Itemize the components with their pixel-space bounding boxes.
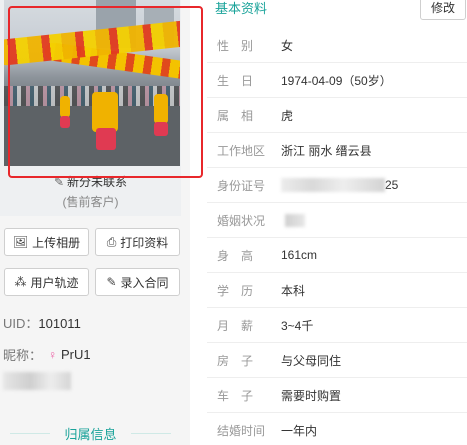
info-row-height: 身 高 161cm [207, 238, 467, 273]
section-title: 基本资料 [215, 1, 268, 16]
info-row-zodiac: 属 相 虎 [207, 98, 467, 133]
info-row-id-number: 身份证号 25 [207, 168, 467, 203]
redacted-field [3, 372, 71, 390]
user-track-label: 用户轨迹 [30, 275, 79, 290]
info-row-salary: 月 薪 3~4千 [207, 308, 467, 343]
edit-button[interactable]: 修改 [420, 0, 466, 20]
info-row-gender: 性 别 女 [207, 28, 467, 63]
highlight-frame [8, 6, 203, 178]
basic-info-panel: 基本资料 修改 性 别 女 生 日 1974-04-09（50岁） 属 相 虎 … [207, 0, 467, 445]
nickname-field: 昵称： ♀ PrU1 [3, 345, 91, 364]
upload-album-button[interactable]: 🖼 上传相册 [4, 228, 89, 256]
info-value [281, 213, 305, 228]
redacted-id [281, 178, 385, 193]
info-row-car: 车 子 需要时购置 [207, 378, 467, 413]
info-label: 学 历 [217, 283, 254, 298]
nickname-label: 昵称： [3, 348, 43, 363]
info-value: 与父母同住 [281, 353, 342, 368]
info-label: 房 子 [217, 353, 254, 368]
info-label: 工作地区 [217, 143, 266, 158]
info-label: 性 别 [217, 38, 254, 53]
info-label: 身 高 [217, 248, 254, 263]
id-number-suffix: 25 [385, 177, 399, 192]
female-user-icon: ♀ [48, 347, 58, 362]
redacted-marital [285, 214, 305, 228]
info-label: 身份证号 [217, 178, 266, 193]
pen-icon: ✎ [106, 275, 117, 289]
info-row-education: 学 历 本科 [207, 273, 467, 308]
info-value: 3~4千 [281, 318, 314, 333]
user-track-button[interactable]: ⁂ 用户轨迹 [4, 268, 89, 296]
image-icon: 🖼 [12, 235, 29, 249]
info-value: 女 [281, 38, 294, 53]
info-value: 浙江 丽水 缙云县 [281, 143, 372, 158]
info-label: 结婚时间 [217, 424, 266, 438]
info-row-marriage-time: 结婚时间 一年内 [207, 413, 467, 445]
uid-value: 101011 [38, 316, 81, 331]
group-title: 归属信息 [0, 424, 181, 443]
info-row-marital: 婚姻状况 [207, 203, 467, 238]
enter-contract-label: 录入合同 [120, 275, 169, 290]
info-row-birthday: 生 日 1974-04-09（50岁） [207, 63, 467, 98]
info-value: 161cm [281, 248, 318, 262]
info-row-housing: 房 子 与父母同住 [207, 343, 467, 378]
info-label: 生 日 [217, 73, 254, 88]
enter-contract-button[interactable]: ✎ 录入合同 [95, 268, 180, 296]
info-value: 25 [281, 178, 398, 193]
info-value: 1974-04-09（50岁） [281, 73, 392, 88]
printer-icon: ⎙ [106, 234, 117, 249]
print-profile-button[interactable]: ⎙ 打印资料 [95, 228, 180, 256]
print-profile-label: 打印资料 [120, 235, 169, 250]
info-row-work-area: 工作地区 浙江 丽水 缙云县 [207, 133, 467, 168]
network-icon: ⁂ [14, 275, 27, 289]
info-label: 月 薪 [217, 318, 254, 333]
uid-label: UID： [3, 316, 39, 331]
info-label: 属 相 [217, 108, 254, 123]
nickname-value: PrU1 [61, 347, 91, 362]
info-value: 虎 [281, 108, 294, 123]
info-value: 需要时购置 [281, 388, 342, 403]
info-label: 车 子 [217, 388, 254, 403]
info-value: 一年内 [281, 424, 318, 438]
customer-type: (售前客户) [62, 195, 119, 209]
upload-album-label: 上传相册 [32, 235, 81, 250]
uid-field: UID：101011 [3, 313, 81, 332]
info-value: 本科 [281, 283, 306, 298]
info-label: 婚姻状况 [217, 213, 266, 228]
